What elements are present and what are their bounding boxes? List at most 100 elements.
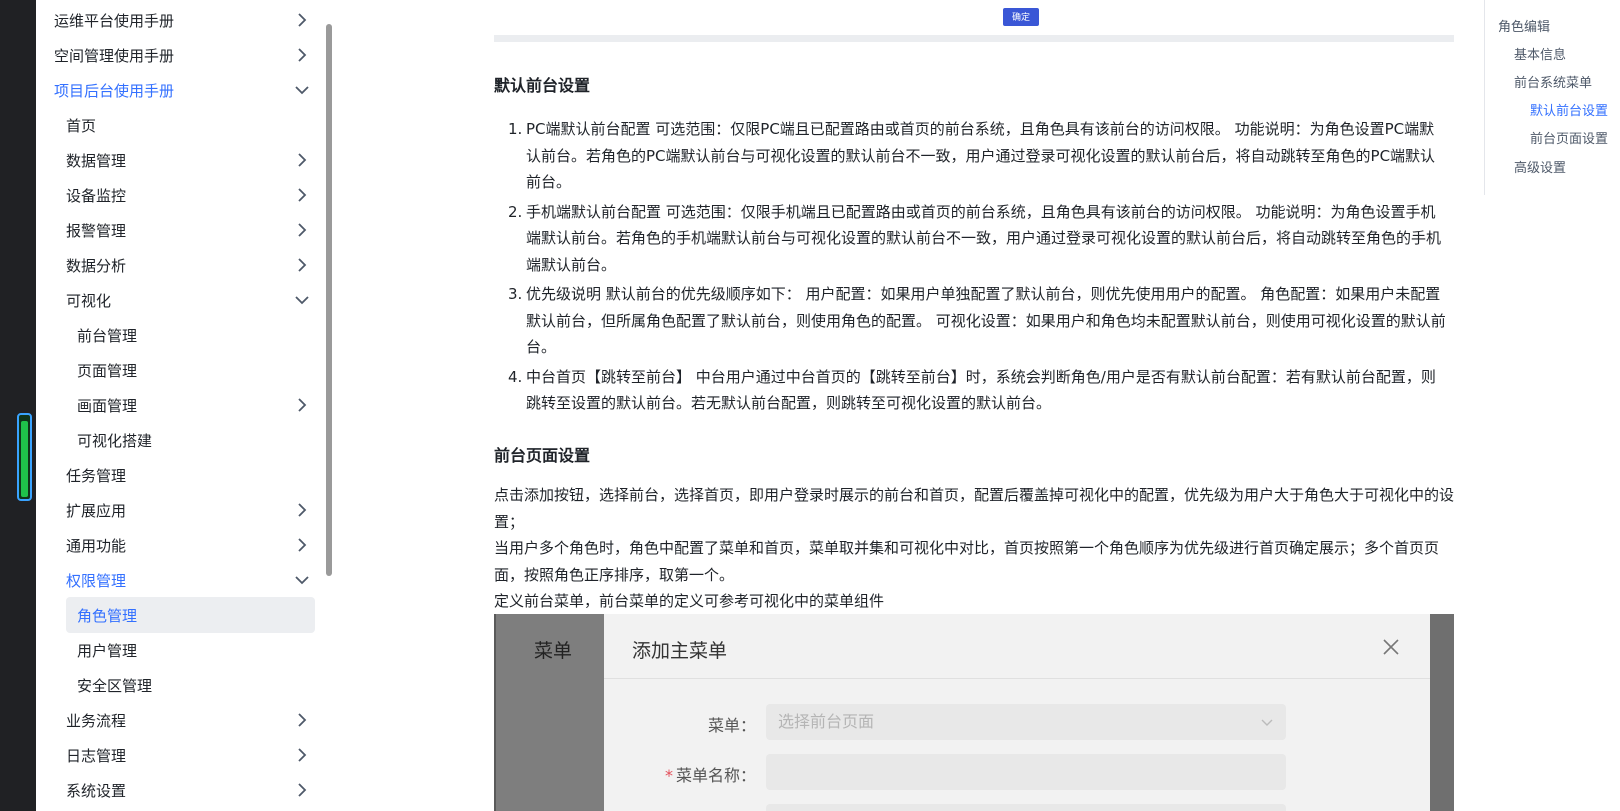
embedded-dialog-screenshot: 菜单 添加主菜单 菜单： 选择前台页面 * 菜单名称： xyxy=(494,614,1454,811)
sidebar-item-label: 设备监控 xyxy=(66,186,127,205)
divider-bar xyxy=(494,35,1454,42)
sidebar-item[interactable]: 设备监控 xyxy=(36,177,326,213)
bg-panel-title: 菜单 xyxy=(534,640,573,662)
screenshot-edge xyxy=(494,614,496,811)
sidebar-item[interactable]: 角色管理 xyxy=(66,597,315,633)
sidebar-item-label: 任务管理 xyxy=(66,466,127,485)
sidebar-item[interactable]: 日志管理 xyxy=(36,737,326,773)
chevron-right-icon[interactable] xyxy=(294,747,310,763)
sidebar-item[interactable]: 安全区管理 xyxy=(36,667,326,703)
sidebar-item[interactable]: 系统设置 xyxy=(36,772,326,808)
sidebar-item-label: 通用功能 xyxy=(66,536,127,555)
vertical-progress-bar xyxy=(17,413,32,501)
chevron-down-icon[interactable] xyxy=(294,572,310,588)
sidebar-item-label: 日志管理 xyxy=(66,746,127,765)
settings-list: 1. PC端默认前台配置 可选范围：仅限PC端且已配置路由或首页的前台系统，且角色… xyxy=(508,116,1448,420)
sidebar-item-label: 报警管理 xyxy=(66,221,127,240)
sidebar-item[interactable]: 报警管理 xyxy=(36,212,326,248)
chevron-right-icon[interactable] xyxy=(294,152,310,168)
sidebar-item[interactable]: 权限管理 xyxy=(36,562,326,598)
sidebar-item[interactable]: 扩展应用 xyxy=(36,492,326,528)
menu-name-input[interactable] xyxy=(766,754,1286,790)
chevron-right-icon[interactable] xyxy=(294,712,310,728)
sidebar-item[interactable]: 前台管理 xyxy=(36,317,326,353)
paragraph-multi-role: 当用户多个角色时，角色中配置了菜单和首页，菜单取并集和可视化中对比，首页按照第一… xyxy=(494,539,1440,584)
menu-name-field-label: * 菜单名称： xyxy=(664,766,756,785)
chevron-right-icon[interactable] xyxy=(294,782,310,798)
chevron-right-icon[interactable] xyxy=(294,397,310,413)
confirm-button[interactable]: 确定 xyxy=(1003,8,1039,26)
sidebar-item[interactable]: 运维平台使用手册 xyxy=(36,2,326,38)
chevron-down-icon[interactable] xyxy=(294,292,310,308)
sidebar-item-label: 权限管理 xyxy=(66,571,127,590)
sidebar-item-label: 可视化 xyxy=(66,291,112,310)
sidebar-item[interactable]: 数据分析 xyxy=(36,247,326,283)
sidebar-item-label: 运维平台使用手册 xyxy=(54,11,175,30)
sidebar-item[interactable]: 数据管理 xyxy=(36,142,326,178)
sidebar-item-label: 数据管理 xyxy=(66,151,127,170)
next-field-input[interactable] xyxy=(766,804,1286,811)
menu-select-placeholder: 选择前台页面 xyxy=(778,712,875,731)
sidebar-item[interactable]: 项目后台使用手册 xyxy=(36,72,326,108)
sidebar-item-label: 系统设置 xyxy=(66,781,127,800)
toc-item[interactable]: 基本信息 xyxy=(1514,44,1566,63)
sidebar-item-label: 项目后台使用手册 xyxy=(54,81,175,100)
paragraph-add-button: 点击添加按钮，选择前台，选择首页，即用户登录时展示的前台和首页，配置后覆盖掉可视… xyxy=(494,486,1455,531)
add-menu-dialog: 添加主菜单 菜单： 选择前台页面 * 菜单名称： xyxy=(604,614,1430,811)
section-title-frontend-page: 前台页面设置 xyxy=(494,446,591,465)
sidebar-item[interactable]: 画面管理 xyxy=(36,387,326,423)
sidebar-item-label: 扩展应用 xyxy=(66,501,127,520)
toc-item[interactable]: 前台页面设置 xyxy=(1530,128,1608,147)
sidebar-item-label: 用户管理 xyxy=(77,641,138,660)
sidebar-item[interactable]: 用户管理 xyxy=(36,632,326,668)
table-of-contents: 角色编辑基本信息前台系统菜单默认前台设置 前台页面设置高级设置 xyxy=(1484,0,1620,200)
app-root: 运维平台使用手册空间管理使用手册项目后台使用手册首页数据管理设备监控报警管理数据… xyxy=(0,0,1620,811)
menu-select[interactable]: 选择前台页面 xyxy=(766,704,1286,740)
chevron-right-icon[interactable] xyxy=(294,12,310,28)
sidebar-item-label: 安全区管理 xyxy=(77,676,153,695)
list-item: 4. 中台首页【跳转至前台】 中台用户通过中台首页的【跳转至前台】时，系统会判断角… xyxy=(508,367,1436,413)
progress-fill xyxy=(21,421,28,497)
required-asterisk: * xyxy=(664,766,673,785)
dialog-title: 添加主菜单 xyxy=(632,640,728,662)
dialog-divider xyxy=(604,678,1430,679)
sidebar-item-label: 首页 xyxy=(66,116,97,135)
toc-item[interactable]: 角色编辑 xyxy=(1498,16,1550,35)
chevron-right-icon[interactable] xyxy=(294,537,310,553)
sidebar-item-label: 页面管理 xyxy=(77,361,138,380)
chevron-right-icon[interactable] xyxy=(294,502,310,518)
paragraph-define-menu: 定义前台菜单，前台菜单的定义可参考可视化中的菜单组件 xyxy=(494,592,885,610)
list-item: 1. PC端默认前台配置 可选范围：仅限PC端且已配置路由或首页的前台系统，且角色… xyxy=(508,120,1436,191)
chevron-right-icon[interactable] xyxy=(294,47,310,63)
left-dark-strip xyxy=(0,0,36,811)
sidebar-item-label: 画面管理 xyxy=(77,396,138,415)
sidebar-item[interactable]: 通用功能 xyxy=(36,527,326,563)
sidebar-item[interactable]: 首页 xyxy=(36,107,326,143)
sidebar-item[interactable]: 页面管理 xyxy=(36,352,326,388)
sidebar-item-label: 业务流程 xyxy=(66,711,127,730)
sidebar-item-label: 角色管理 xyxy=(77,606,138,625)
chevron-right-icon[interactable] xyxy=(294,222,310,238)
sidebar-item[interactable]: 空间管理使用手册 xyxy=(36,37,326,73)
sidebar-item[interactable]: 任务管理 xyxy=(36,457,326,493)
chevron-down-icon[interactable] xyxy=(294,82,310,98)
sidebar-item[interactable]: 可视化搭建 xyxy=(36,422,326,458)
toc-item[interactable]: 高级设置 xyxy=(1514,157,1566,176)
sidebar-item-label: 前台管理 xyxy=(77,326,138,345)
sidebar-item-label: 可视化搭建 xyxy=(77,431,153,450)
list-item: 2. 手机端默认前台配置 可选范围：仅限手机端且已配置路由或首页的前台系统，且角色… xyxy=(508,202,1442,274)
toc-item[interactable]: 默认前台设置 xyxy=(1530,100,1608,119)
chevron-right-icon[interactable] xyxy=(294,187,310,203)
sidebar-item[interactable]: 可视化 xyxy=(36,282,326,318)
chevron-down-icon xyxy=(1261,719,1273,726)
sidebar-item[interactable]: 业务流程 xyxy=(36,702,326,738)
sidebar-scrollbar[interactable] xyxy=(326,24,332,576)
menu-field-label: 菜单： xyxy=(707,716,756,735)
toc-rail xyxy=(1484,0,1485,195)
chevron-right-icon[interactable] xyxy=(294,257,310,273)
sidebar-nav: 运维平台使用手册空间管理使用手册项目后台使用手册首页数据管理设备监控报警管理数据… xyxy=(36,0,334,811)
toc-item[interactable]: 前台系统菜单 xyxy=(1514,72,1592,91)
list-item: 3. 优先级说明 默认前台的优先级顺序如下： 用户配置：如果用户单独配置了默认前台… xyxy=(508,285,1446,356)
sidebar-item-label: 数据分析 xyxy=(66,256,127,275)
close-icon[interactable] xyxy=(1382,638,1400,656)
